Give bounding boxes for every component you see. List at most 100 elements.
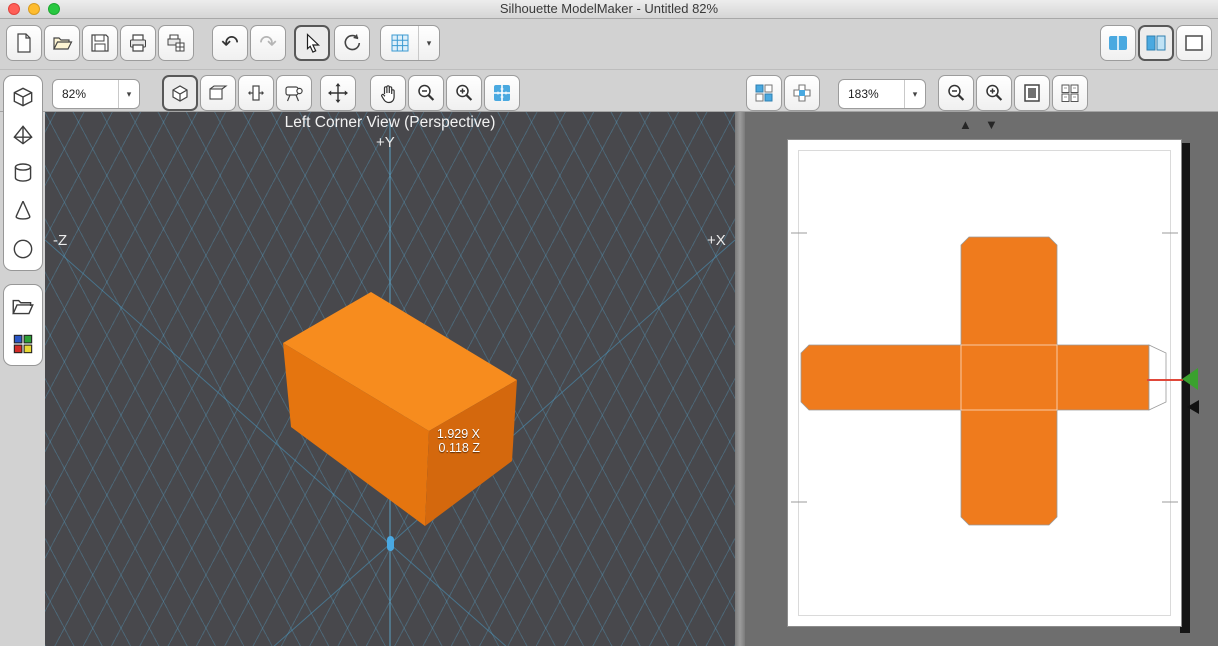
grid-icon (381, 32, 418, 54)
net-cross[interactable] (800, 236, 1150, 526)
layout-split-view-button[interactable] (1138, 25, 1174, 61)
save-icon (91, 34, 109, 52)
camera-icon (285, 86, 303, 102)
arrange-cross-button[interactable] (784, 75, 820, 111)
perspective-view-button[interactable] (162, 75, 198, 111)
multi-page-icon (1061, 84, 1079, 102)
arrange-parts-icon (755, 84, 773, 102)
edge-black-arrow[interactable] (1186, 399, 1200, 415)
shape-tools-panel (3, 75, 43, 271)
axis-label-neg-z: -Z (53, 232, 68, 249)
new-document-icon (17, 33, 31, 53)
view3d-zoom-value: 82% (62, 87, 87, 101)
colors-button[interactable] (5, 325, 41, 363)
edge-green-arrow[interactable] (1181, 367, 1199, 391)
glue-tab[interactable] (1148, 344, 1167, 411)
page-zoom-value: 183% (848, 87, 879, 101)
unfold-icon (248, 85, 264, 101)
page-up-button[interactable]: ▲ (959, 118, 972, 131)
view3d-zoom-select[interactable]: 82% ▾ (52, 79, 140, 109)
zoom-in-icon (456, 84, 473, 101)
minimize-window-button[interactable] (28, 3, 40, 15)
shape-cone-button[interactable] (5, 192, 41, 230)
zoom-window-button[interactable] (48, 3, 60, 15)
move-object-button[interactable] (320, 75, 356, 111)
rotate-view-button[interactable] (334, 25, 370, 61)
layout-single-view-button[interactable] (1176, 25, 1212, 61)
chevron-down-icon[interactable]: ▾ (904, 80, 925, 108)
camera-view-button[interactable] (276, 75, 312, 111)
flat-view-button[interactable] (200, 75, 236, 111)
library-tools-panel (3, 284, 43, 366)
cylinder-icon (14, 163, 32, 182)
select-tool-button[interactable] (294, 25, 330, 61)
arrange-parts-button[interactable] (746, 75, 782, 111)
print-preview-button[interactable] (158, 25, 194, 61)
select-arrow-icon (306, 33, 320, 53)
multi-page-button[interactable] (1052, 75, 1088, 111)
titlebar: Silhouette ModelMaker - Untitled 82% (0, 0, 1218, 19)
undo-button[interactable]: ↶ (212, 25, 248, 61)
print-button[interactable] (120, 25, 156, 61)
perspective-cube-icon (172, 85, 188, 102)
viewport-3d[interactable]: Left Corner View (Perspective) +Y -Z +X … (45, 112, 735, 646)
move-cross-icon (328, 83, 348, 103)
view3d-zoom-in-button[interactable] (446, 75, 482, 111)
layout-dual-view-button[interactable] (1100, 25, 1136, 61)
shape-cylinder-button[interactable] (5, 154, 41, 192)
redo-icon: ↷ (259, 31, 277, 55)
redo-button[interactable]: ↷ (250, 25, 286, 61)
rotate-icon (344, 34, 361, 51)
coordinate-z: 0.118 Z (438, 440, 480, 455)
open-shape-button[interactable] (5, 287, 41, 325)
zoom-in-icon (986, 84, 1003, 101)
page-zoom-select[interactable]: 183% ▾ (838, 79, 926, 109)
pan-hand-button[interactable] (370, 75, 406, 111)
green-arrow-icon (1182, 368, 1198, 390)
hand-icon (381, 85, 395, 104)
four-view-split-button[interactable] (484, 75, 520, 111)
split-view-icon (1146, 35, 1166, 51)
unfolded-net-canvas (791, 232, 1178, 526)
panel-divider[interactable] (735, 112, 745, 646)
cross-net-icon (793, 84, 811, 102)
axis-label-x: +X (707, 232, 726, 249)
close-window-button[interactable] (8, 3, 20, 15)
color-palette-icon (13, 334, 33, 354)
page-zoom-out-button[interactable] (938, 75, 974, 111)
shape-sphere-button[interactable] (5, 230, 41, 268)
page-down-button[interactable]: ▼ (985, 118, 998, 131)
open-file-button[interactable] (44, 25, 80, 61)
print-page[interactable] (787, 139, 1182, 627)
page-zoom-in-button[interactable] (976, 75, 1012, 111)
shape-pyramid-button[interactable] (5, 116, 41, 154)
unfold-model-button[interactable] (238, 75, 274, 111)
viewport-canvas (45, 122, 735, 646)
black-arrow-icon (1187, 400, 1199, 414)
box-icon (13, 87, 33, 107)
page-border-button[interactable] (1014, 75, 1050, 111)
grid-snap-select[interactable]: ▾ (380, 25, 440, 61)
print-preview-icon (167, 34, 185, 52)
open-folder-icon (53, 37, 73, 50)
page-layout-panel[interactable]: ▲ ▼ (745, 112, 1218, 646)
four-view-icon (494, 85, 510, 101)
axis-handle[interactable] (387, 536, 394, 551)
viewport-title: Left Corner View (Perspective) (284, 114, 496, 131)
up-arrow-icon: ▲ (959, 117, 972, 132)
single-view-icon (1185, 35, 1203, 51)
toolbar-separator (0, 69, 1218, 70)
cone-icon (15, 200, 31, 220)
print-icon (130, 34, 146, 52)
zoom-out-icon (948, 84, 965, 101)
open-folder-icon (12, 299, 34, 315)
chevron-down-icon[interactable]: ▾ (418, 26, 439, 60)
flat-view-icon (209, 85, 228, 100)
view3d-zoom-out-button[interactable] (408, 75, 444, 111)
shape-box-button[interactable] (5, 78, 41, 116)
undo-icon: ↶ (221, 31, 239, 55)
save-file-button[interactable] (82, 25, 118, 61)
new-document-button[interactable] (6, 25, 42, 61)
model-coordinates: 1.929 X 0.118 Z (385, 427, 480, 455)
chevron-down-icon[interactable]: ▾ (118, 80, 139, 108)
